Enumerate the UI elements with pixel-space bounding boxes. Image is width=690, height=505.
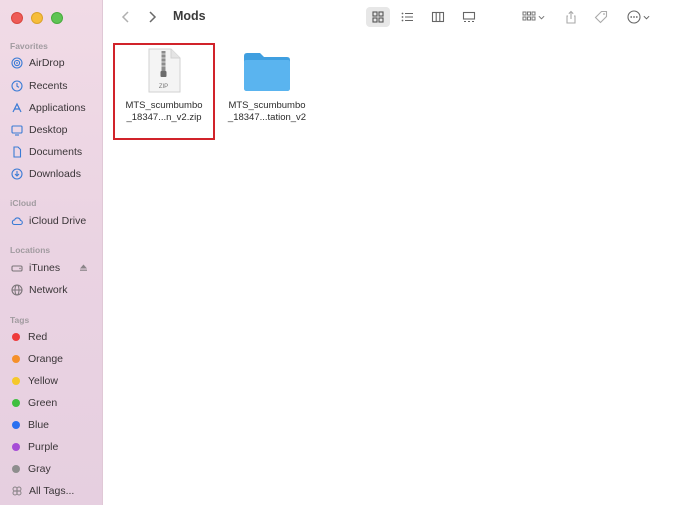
sidebar-item-desktop[interactable]: Desktop [10,121,102,139]
download-icon [10,168,23,181]
sidebar-item-label: Documents [29,146,83,158]
all-tags-icon [10,485,23,498]
group-grid-icon [522,11,535,21]
locations-section-title: Locations [10,245,51,255]
zip-file-icon: ZIP [148,48,181,93]
document-icon [10,146,23,159]
sidebar-item-icloud-drive[interactable]: iCloud Drive [10,212,102,230]
gray-tag-dot [12,465,20,473]
tag-button[interactable] [592,7,610,27]
purple-tag-dot [12,443,20,451]
tags-section-title: Tags [10,315,30,325]
sidebar-item-label: Orange [28,353,64,365]
minimize-button[interactable] [31,12,43,24]
columns-icon [431,11,445,23]
sidebar-tag-gray[interactable]: Gray [10,460,102,478]
chevron-right-icon [149,11,157,23]
sidebar-item-documents[interactable]: Documents [10,143,102,161]
ellipsis-circle-icon [626,10,641,24]
green-tag-dot [12,399,20,407]
sidebar-item-label: Network [29,284,68,296]
sidebar: Favorites AirDrop Recents Applications D… [0,0,103,505]
window-controls [11,12,63,24]
sidebar-tag-orange[interactable]: Orange [10,350,102,368]
close-button[interactable] [11,12,23,24]
chevron-left-icon [121,11,129,23]
file-name-line1: MTS_scumbumbo [125,100,203,111]
share-icon [566,10,576,24]
sidebar-item-label: All Tags... [29,485,75,497]
finder-window: Favorites AirDrop Recents Applications D… [0,0,690,505]
forward-button[interactable] [144,7,160,27]
applications-icon [10,102,23,115]
sidebar-item-label: Blue [28,419,50,431]
sidebar-item-itunes[interactable]: iTunes [10,259,102,277]
sidebar-item-label: Downloads [29,168,81,180]
sidebar-tag-red[interactable]: Red [10,328,102,346]
sidebar-item-label: Applications [29,102,86,114]
file-name-line2: _18347...tation_v2 [227,112,307,123]
window-title: Mods [173,9,206,23]
folder-icon [244,53,290,91]
file-name: MTS_scumbumbo _18347...n_v2.zip [118,100,210,124]
icon-view-button[interactable] [366,7,390,27]
file-browser: ZIP MTS_scumbumbo _18347...n_v2.zip MTS_… [104,36,690,505]
cloud-icon [10,215,23,228]
sidebar-item-label: Green [28,397,58,409]
file-name-line1: MTS_scumbumbo [228,100,306,111]
gallery-view-button[interactable] [458,7,480,27]
icloud-section-title: iCloud [10,198,37,208]
grid-icon [372,11,384,23]
folder-item[interactable]: MTS_scumbumbo _18347...tation_v2 [221,48,313,124]
toolbar: Mods [104,0,690,36]
red-tag-dot [12,333,20,341]
drive-icon [10,262,23,275]
group-button[interactable] [518,7,548,27]
sidebar-item-label: Yellow [28,375,58,387]
sidebar-item-label: Gray [28,463,51,475]
sidebar-all-tags[interactable]: All Tags... [10,482,102,500]
sidebar-item-airdrop[interactable]: AirDrop [10,54,102,72]
sidebar-tag-yellow[interactable]: Yellow [10,372,102,390]
tag-icon [594,10,608,24]
sidebar-item-applications[interactable]: Applications [10,99,102,117]
desktop-icon [10,124,23,137]
sidebar-item-label: AirDrop [29,57,65,69]
sidebar-item-label: Desktop [29,124,68,136]
list-view-button[interactable] [396,7,418,27]
file-name: MTS_scumbumbo _18347...tation_v2 [221,100,313,124]
share-button[interactable] [562,7,580,27]
chevron-down-icon [538,15,544,20]
eject-icon[interactable] [79,263,88,272]
more-actions-button[interactable] [623,7,653,27]
list-icon [401,12,413,22]
file-name-line2: _18347...n_v2.zip [126,112,202,123]
sidebar-item-label: iTunes [29,262,61,274]
globe-icon [10,284,23,297]
sidebar-tag-purple[interactable]: Purple [10,438,102,456]
sidebar-item-recents[interactable]: Recents [10,77,102,95]
blue-tag-dot [12,421,20,429]
gallery-icon [462,11,476,23]
column-view-button[interactable] [427,7,449,27]
sidebar-tag-green[interactable]: Green [10,394,102,412]
orange-tag-dot [12,355,20,363]
zip-file-item[interactable]: ZIP MTS_scumbumbo _18347...n_v2.zip [118,48,210,124]
yellow-tag-dot [12,377,20,385]
chevron-down-icon [643,15,649,20]
clock-icon [10,80,23,93]
zip-label: ZIP [159,84,168,90]
sidebar-item-label: iCloud Drive [29,215,87,227]
sidebar-item-label: Red [28,331,48,343]
sidebar-tag-blue[interactable]: Blue [10,416,102,434]
airdrop-icon [10,57,23,70]
back-button[interactable] [118,7,134,27]
sidebar-item-network[interactable]: Network [10,281,102,299]
favorites-section-title: Favorites [10,41,48,51]
zoom-button[interactable] [51,12,63,24]
sidebar-item-downloads[interactable]: Downloads [10,165,102,183]
sidebar-item-label: Recents [29,80,68,92]
sidebar-item-label: Purple [28,441,59,453]
